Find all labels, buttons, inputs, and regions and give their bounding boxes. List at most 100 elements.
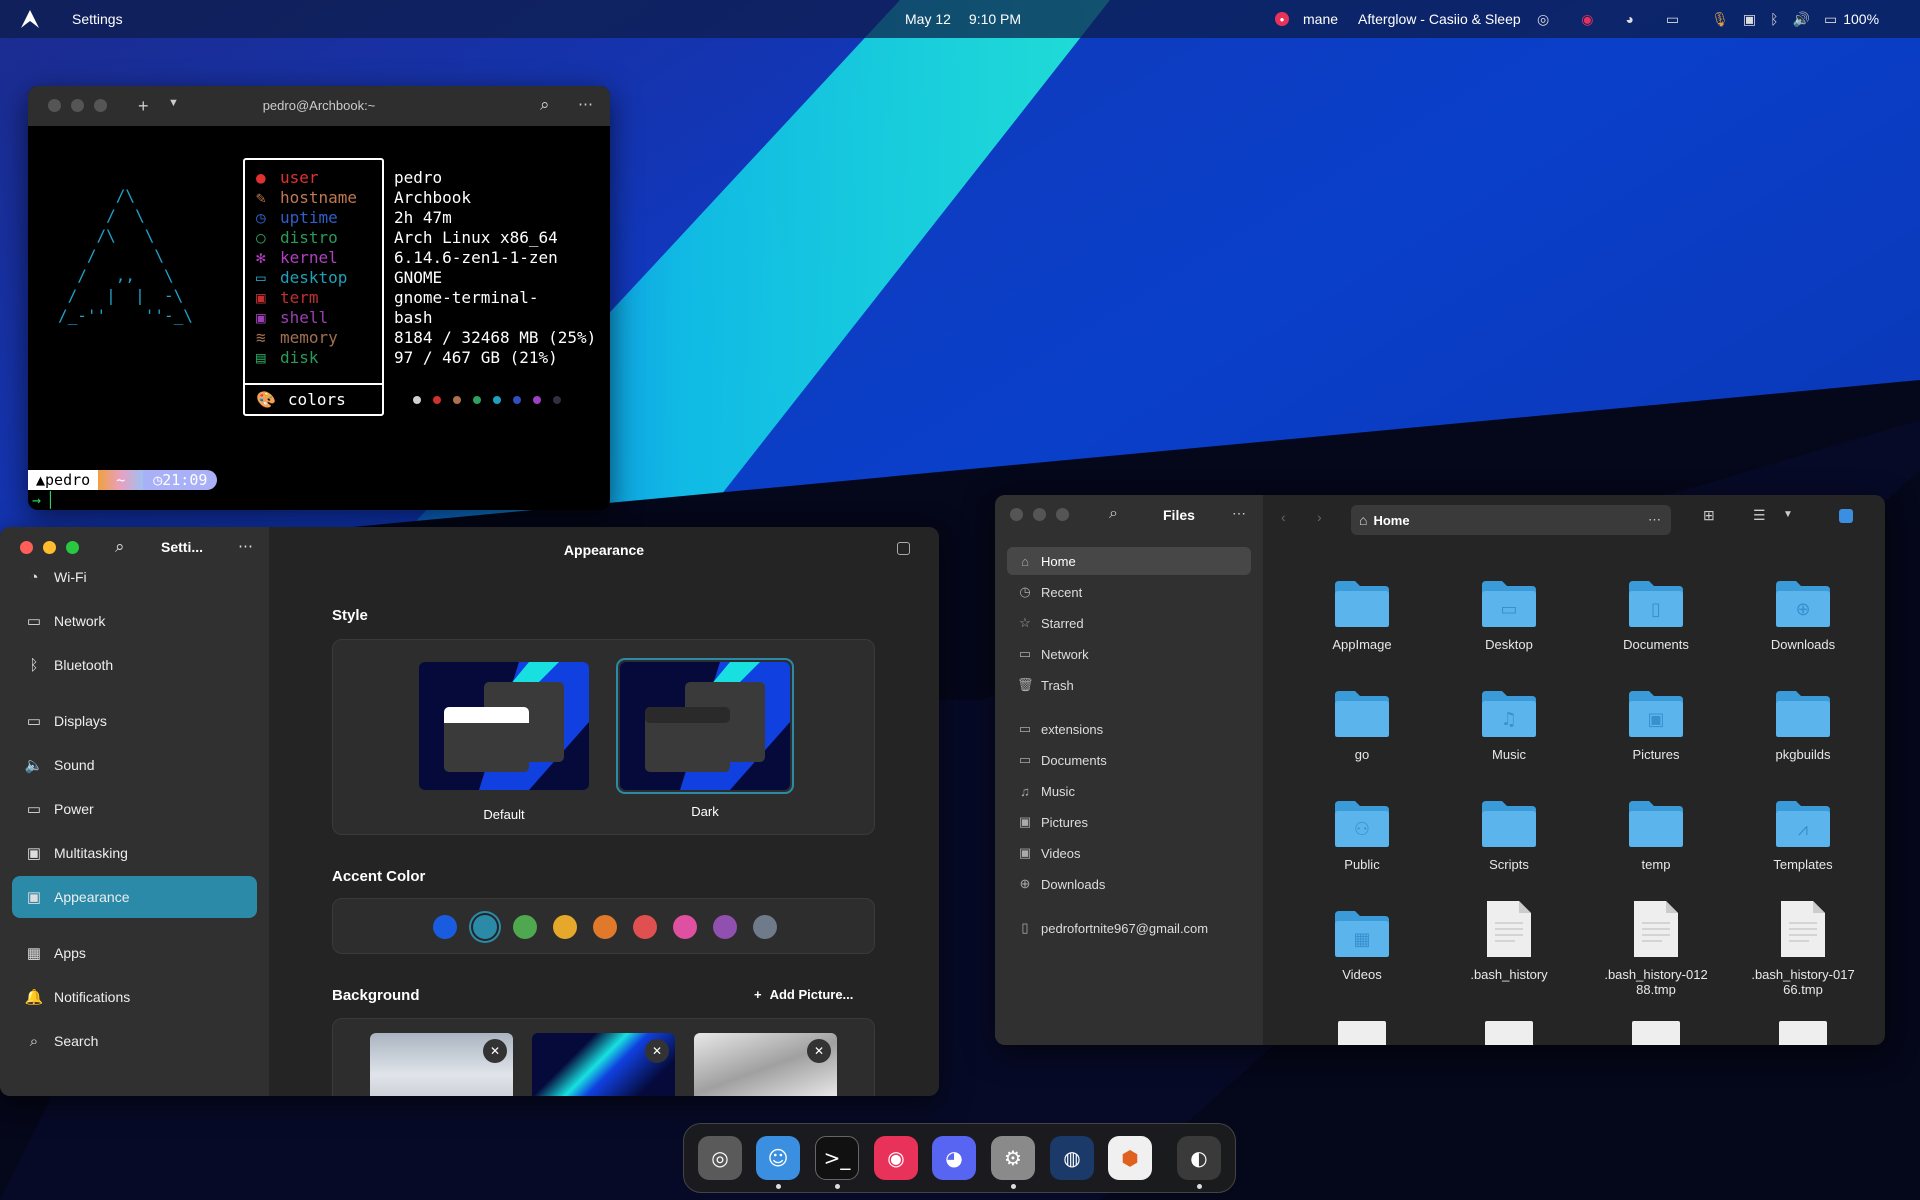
bookmark-extensions[interactable]: ▭ extensions	[1007, 715, 1251, 743]
folder-item[interactable]: go	[1297, 677, 1427, 762]
volume-icon[interactable]: 🔊	[1793, 11, 1810, 28]
arch-logo-icon[interactable]	[20, 0, 40, 38]
file-icon[interactable]	[1632, 1021, 1680, 1045]
folder-item[interactable]: ▭ Desktop	[1444, 567, 1574, 652]
wallpaper-thumb-2[interactable]: ✕	[532, 1033, 675, 1096]
microphone-icon[interactable]: 🎙	[1711, 11, 1729, 28]
terminal-icon[interactable]: >_	[815, 1136, 859, 1180]
sidebar-item-network[interactable]: ▭ Network	[12, 600, 257, 642]
sidebar-item-sound[interactable]: 🔈 Sound	[12, 744, 257, 786]
search-icon[interactable]: ⌕	[540, 95, 550, 115]
style-default[interactable]: Default	[419, 662, 589, 822]
remove-icon[interactable]: ✕	[645, 1039, 669, 1063]
file-item[interactable]: .bash_history-01288.tmp	[1591, 897, 1721, 997]
window-icon[interactable]	[897, 542, 910, 555]
folder-item[interactable]: pkgbuilds	[1738, 677, 1868, 762]
terminal-window[interactable]: + ▼ pedro@Archbook:~ ⌕ ⋯ /\ / \ /\ \ / \…	[28, 86, 610, 510]
gnome-tweaks-icon[interactable]: ◎	[698, 1136, 742, 1180]
sidebar-item-trash[interactable]: 🗑 Trash	[1007, 671, 1251, 699]
wallpaper-thumb-1[interactable]: ✕	[370, 1033, 513, 1096]
clock[interactable]: May 12 9:10 PM	[905, 0, 1021, 38]
path-menu-icon[interactable]: ⋯	[1648, 512, 1661, 528]
bookmark-music[interactable]: ♫ Music	[1007, 777, 1251, 805]
discord-icon[interactable]: ◕	[1625, 11, 1633, 27]
folder-item[interactable]: Scripts	[1444, 787, 1574, 872]
accent-swatch[interactable]	[433, 915, 457, 939]
file-item[interactable]: .bash_history-01766.tmp	[1738, 897, 1868, 997]
menu-icon[interactable]: ⋯	[1232, 505, 1246, 522]
accent-swatch[interactable]	[713, 915, 737, 939]
settings-window[interactable]: ⌕ Setti... ⋯ ◔ Wi-Fi ▭ Network ᛒ Bluetooth ▭ Di…	[0, 527, 939, 1096]
close-button[interactable]	[20, 541, 33, 554]
chevron-down-icon[interactable]: ▼	[1783, 509, 1793, 520]
remove-icon[interactable]: ✕	[483, 1039, 507, 1063]
music-indicator-icon[interactable]: ●	[1275, 12, 1289, 26]
battery-app-icon[interactable]: ▭	[1666, 11, 1679, 28]
accent-swatch[interactable]	[633, 915, 657, 939]
file-icon[interactable]	[1485, 1021, 1533, 1045]
back-icon[interactable]: ‹	[1281, 509, 1286, 525]
bookmark-documents[interactable]: ▭ Documents	[1007, 746, 1251, 774]
sidebar-item-network[interactable]: ▭ Network	[1007, 640, 1251, 668]
file-icon[interactable]	[1338, 1021, 1386, 1045]
steam-icon[interactable]: ◍	[1050, 1136, 1094, 1180]
maximize-button[interactable]	[66, 541, 79, 554]
path-bar[interactable]: ⌂ Home ⋯	[1351, 505, 1671, 535]
colors-app-icon[interactable]: ⬢	[1108, 1136, 1152, 1180]
finder-icon[interactable]	[1839, 509, 1853, 523]
sidebar-item-power[interactable]: ▭ Power	[12, 788, 257, 830]
search-icon[interactable]: ⌕	[115, 537, 125, 557]
sidebar-item-starred[interactable]: ☆ Starred	[1007, 609, 1251, 637]
finder-icon[interactable]: ☺	[756, 1136, 800, 1180]
sidebar-item-apps[interactable]: ▦ Apps	[12, 932, 257, 974]
folder-item[interactable]: temp	[1591, 787, 1721, 872]
search-icon[interactable]: ⌕	[1109, 505, 1118, 523]
file-icon[interactable]	[1779, 1021, 1827, 1045]
accent-swatch[interactable]	[473, 915, 497, 939]
sidebar-item-recent[interactable]: ◷ Recent	[1007, 578, 1251, 606]
obs-icon[interactable]: ◐	[1177, 1136, 1221, 1180]
music-player-icon[interactable]: ◉	[874, 1136, 918, 1180]
chrome-icon[interactable]: ◎	[1537, 11, 1549, 28]
maximize-button[interactable]	[1056, 508, 1069, 521]
accent-swatch[interactable]	[673, 915, 697, 939]
terminal-titlebar[interactable]: + ▼ pedro@Archbook:~ ⌕ ⋯	[28, 86, 610, 126]
sidebar-item-notifications[interactable]: 🔔 Notifications	[12, 976, 257, 1018]
menu-icon[interactable]: ⋯	[578, 95, 593, 113]
folder-item[interactable]: ▯ Documents	[1591, 567, 1721, 652]
accent-swatch[interactable]	[553, 915, 577, 939]
file-item[interactable]: .bash_history	[1444, 897, 1574, 982]
menu-icon[interactable]: ⋯	[238, 537, 253, 555]
minimize-button[interactable]	[1033, 508, 1046, 521]
folder-item[interactable]: ▣ Pictures	[1591, 677, 1721, 762]
screen-share-icon[interactable]: ▣	[1743, 11, 1756, 28]
sidebar-item-multitasking[interactable]: ▣ Multitasking	[12, 832, 257, 874]
sidebar-item-search[interactable]: ⌕ Search	[12, 1020, 257, 1062]
forward-icon[interactable]: ›	[1317, 509, 1322, 525]
new-folder-icon[interactable]: ⊞	[1703, 507, 1715, 524]
files-window[interactable]: ⌕ Files ⋯ ⌂ Home ◷ Recent ☆ Starred ▭ Network 🗑 T…	[995, 495, 1885, 1045]
folder-item[interactable]: ♫ Music	[1444, 677, 1574, 762]
accent-swatch[interactable]	[593, 915, 617, 939]
bluetooth-icon[interactable]: ᛒ	[1770, 11, 1778, 27]
sidebar-item-bluetooth[interactable]: ᛒ Bluetooth	[12, 644, 257, 686]
minimize-button[interactable]	[43, 541, 56, 554]
sidebar-item-wifi[interactable]: ◔ Wi-Fi	[12, 556, 257, 598]
close-button[interactable]	[1010, 508, 1023, 521]
discord-icon[interactable]: ◕	[932, 1136, 976, 1180]
sidebar-item-displays[interactable]: ▭ Displays	[12, 700, 257, 742]
active-app-name[interactable]: Settings	[72, 0, 123, 38]
add-picture-button[interactable]: + Add Picture...	[754, 987, 853, 1002]
sidebar-account[interactable]: ▯ pedrofortnite967@gmail.com	[1007, 914, 1251, 942]
bookmark-pictures[interactable]: ▣ Pictures	[1007, 808, 1251, 836]
music-app-icon[interactable]: ◉	[1581, 11, 1593, 28]
folder-item[interactable]: ⩘ Templates	[1738, 787, 1868, 872]
list-view-icon[interactable]: ☰	[1753, 507, 1766, 524]
settings-icon[interactable]: ⚙	[991, 1136, 1035, 1180]
remove-icon[interactable]: ✕	[807, 1039, 831, 1063]
prompt-cursor[interactable]: → ▏	[32, 491, 59, 509]
battery-icon[interactable]: ▭	[1824, 11, 1837, 28]
accent-swatch[interactable]	[753, 915, 777, 939]
bookmark-videos[interactable]: ▣ Videos	[1007, 839, 1251, 867]
folder-item[interactable]: ⚇ Public	[1297, 787, 1427, 872]
